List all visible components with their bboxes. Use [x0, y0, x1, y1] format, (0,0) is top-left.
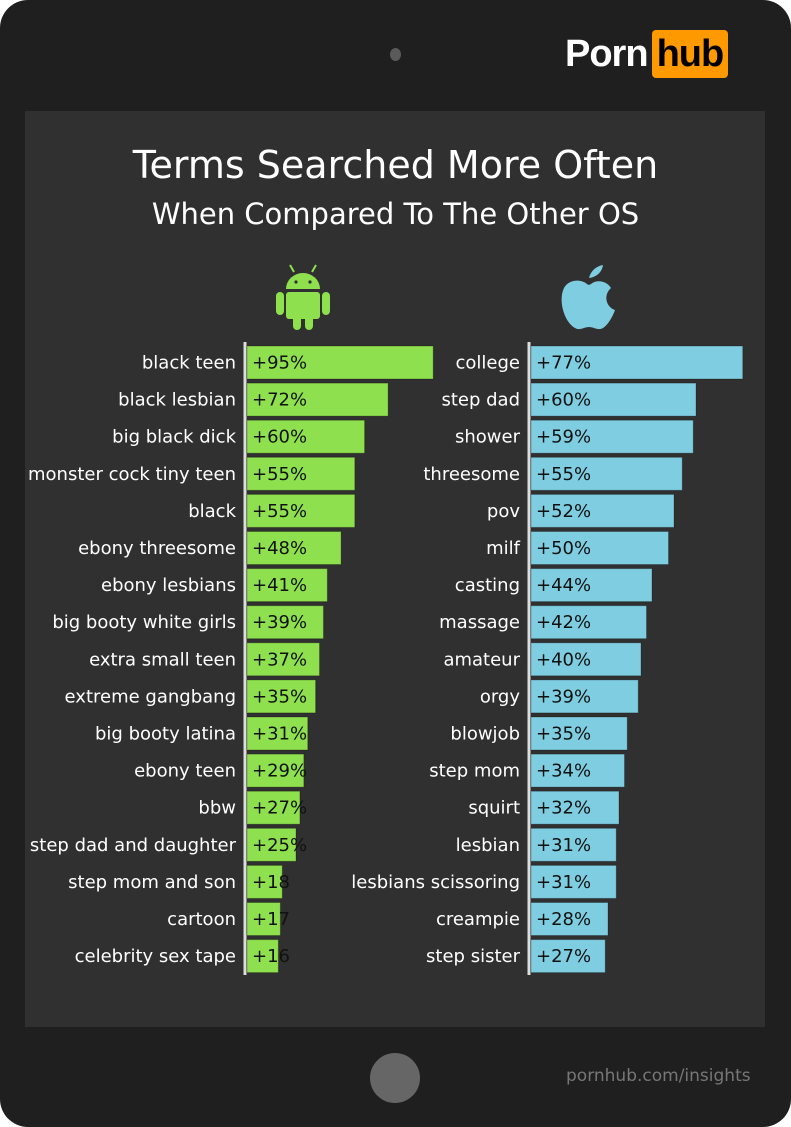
bar-value-label: +48%: [252, 538, 307, 559]
bar-value-label: +41%: [252, 575, 307, 596]
bar-value-label: +29%: [252, 761, 307, 782]
bar-value-label: +55%: [252, 501, 307, 522]
category-label: creampie: [436, 909, 520, 930]
bar-value-label: +31%: [536, 835, 591, 856]
home-button[interactable]: [370, 1053, 420, 1103]
category-label: shower: [455, 427, 521, 448]
category-label: lesbians scissoring: [351, 872, 520, 893]
category-label: cartoon: [167, 909, 236, 930]
bar-value-label: +50%: [536, 538, 591, 559]
bar-value-label: +32%: [536, 798, 591, 819]
category-label: big black dick: [112, 427, 236, 448]
category-label: step dad and daughter: [30, 835, 237, 856]
bar-value-label: +39%: [536, 686, 591, 707]
android-icon: [276, 264, 330, 330]
chart: +95% black teen +72% black lesbian +60% big b…: [28, 264, 744, 975]
bar-value-label: +37%: [252, 649, 307, 670]
category-label: black lesbian: [118, 390, 236, 411]
bar-value-label: +42%: [536, 612, 591, 633]
apple-icon: [561, 265, 615, 330]
category-label: ebony lesbians: [101, 575, 236, 596]
category-label: step mom: [429, 761, 520, 782]
panel-ios: +77% college +60% step dad +59% shower +55% thr…: [351, 345, 744, 974]
category-label: ebony threesome: [78, 538, 236, 559]
bar-value-label: +60%: [252, 427, 307, 448]
bar-value-label: +18: [252, 872, 290, 893]
bar-value-label: +44%: [536, 575, 591, 596]
category-label: celebrity sex tape: [75, 946, 236, 967]
category-label: bbw: [198, 798, 236, 819]
category-label: orgy: [480, 686, 521, 707]
category-label: threesome: [423, 464, 520, 485]
category-label: extreme gangbang: [65, 686, 236, 707]
category-label: big booty white girls: [52, 612, 236, 633]
bar-value-label: +95%: [252, 353, 307, 374]
bar-value-label: +72%: [252, 390, 307, 411]
category-label: massage: [439, 612, 520, 633]
bar-value-label: +25%: [252, 835, 307, 856]
bar-value-label: +31%: [252, 724, 307, 745]
footer-url[interactable]: pornhub.com/insights: [566, 1066, 751, 1086]
bar-value-label: +17: [252, 909, 290, 930]
category-label: college: [456, 353, 521, 374]
bar-value-label: +35%: [536, 724, 591, 745]
category-label: milf: [486, 538, 521, 559]
bar-value-label: +40%: [536, 649, 591, 670]
category-label: big booty latina: [95, 724, 236, 745]
bar-value-label: +55%: [252, 464, 307, 485]
bar-value-label: +31%: [536, 872, 591, 893]
bar-value-label: +34%: [536, 761, 591, 782]
bar-value-label: +52%: [536, 501, 591, 522]
category-label: black: [188, 501, 236, 522]
category-label: amateur: [443, 649, 520, 670]
category-label: pov: [487, 501, 520, 522]
category-label: squirt: [468, 798, 520, 819]
category-label: lesbian: [456, 835, 520, 856]
category-label: casting: [455, 575, 520, 596]
category-label: black teen: [142, 353, 236, 374]
bar-value-label: +60%: [536, 390, 591, 411]
bar-value-label: +77%: [536, 353, 591, 374]
bar-value-label: +27%: [536, 946, 591, 967]
category-label: step mom and son: [68, 872, 236, 893]
bar-value-label: +59%: [536, 427, 591, 448]
bar-value-label: +16: [252, 946, 290, 967]
bar-value-label: +28%: [536, 909, 591, 930]
category-label: step dad: [441, 390, 520, 411]
bar-value-label: +27%: [252, 798, 307, 819]
bar-value-label: +39%: [252, 612, 307, 633]
category-label: step sister: [426, 946, 521, 967]
bar-value-label: +35%: [252, 686, 307, 707]
category-label: monster cock tiny teen: [28, 464, 236, 485]
bar-value-label: +55%: [536, 464, 591, 485]
tablet-frame: Porn hub Terms Searched More Often When …: [0, 0, 791, 1127]
category-label: ebony teen: [134, 761, 236, 782]
category-label: blowjob: [450, 724, 520, 745]
category-label: extra small teen: [89, 649, 236, 670]
